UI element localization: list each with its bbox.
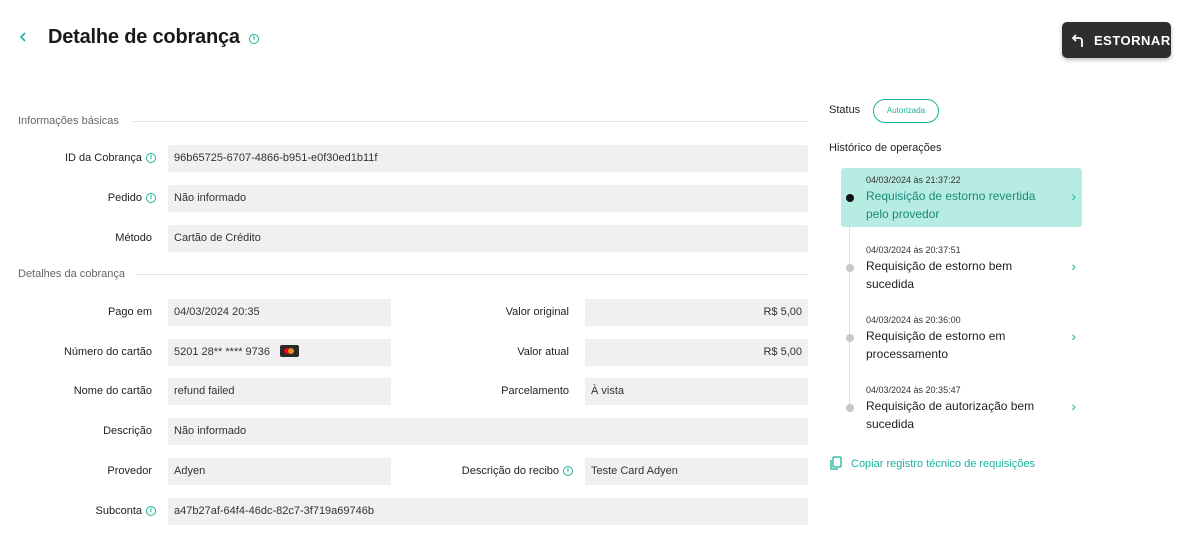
- subaccount-label-text: Subconta: [95, 505, 142, 517]
- section-title-basic: Informações básicas: [18, 115, 119, 127]
- chevron-right-icon: ›: [1071, 398, 1076, 414]
- history-title: Histórico de operações: [829, 142, 942, 154]
- history-item-timestamp: 04/03/2024 às 21:37:22: [866, 175, 961, 185]
- charge-id-label: ID da Cobrança i: [20, 152, 156, 164]
- timeline-dot: [846, 404, 854, 412]
- installments-label: Parcelamento: [501, 385, 569, 397]
- description-field[interactable]: Não informado: [168, 418, 808, 445]
- info-icon[interactable]: i: [146, 506, 156, 517]
- receipt-description-field[interactable]: Teste Card Adyen: [585, 458, 808, 485]
- paid-at-label: Pago em: [107, 306, 152, 318]
- card-name-label: Nome do cartão: [73, 385, 152, 397]
- info-icon[interactable]: i: [146, 193, 156, 204]
- chevron-right-icon: ›: [1071, 258, 1076, 274]
- section-title-details: Detalhes da cobrança: [18, 268, 126, 280]
- paid-at-field[interactable]: 04/03/2024 20:35: [168, 299, 391, 326]
- order-field[interactable]: Não informado: [168, 185, 808, 212]
- order-label-text: Pedido: [107, 192, 142, 204]
- page-title: Detalhe de cobrança: [48, 26, 240, 48]
- card-name-field[interactable]: refund failed: [168, 378, 391, 405]
- timeline-dot: [846, 194, 854, 202]
- original-value-label: Valor original: [505, 306, 569, 318]
- history-item-text: Requisição de autorização bem sucedida: [866, 399, 1035, 431]
- receipt-description-label: Descrição do recibo i: [400, 465, 573, 477]
- history-item-timestamp: 04/03/2024 às 20:36:00: [866, 315, 961, 325]
- page-header: Detalhe de cobrança i ESTORNAR: [0, 0, 1185, 80]
- history-item[interactable]: 04/03/2024 às 20:35:47 Requisição de aut…: [841, 378, 1082, 437]
- info-icon[interactable]: i: [563, 466, 573, 477]
- timeline-dot: [846, 334, 854, 342]
- history-item-timestamp: 04/03/2024 às 20:37:51: [866, 245, 961, 255]
- card-number-value: 5201 28** **** 9736: [174, 346, 271, 358]
- receipt-description-label-text: Descrição do recibo: [461, 465, 559, 477]
- card-number-label: Número do cartão: [63, 346, 152, 358]
- subaccount-field[interactable]: a47b27af-64f4-46dc-82c7-3f719a69746b: [168, 498, 808, 525]
- charge-id-field[interactable]: 96b65725-6707-4866-b951-e0f30ed1b11f: [168, 145, 808, 172]
- copy-request-log-label: Copiar registro técnico de requisições: [851, 457, 1036, 470]
- description-label: Descrição: [103, 425, 152, 437]
- history-item-text: Requisição de estorno bem sucedida: [866, 259, 1013, 291]
- subaccount-label: Subconta i: [20, 505, 156, 517]
- installments-field[interactable]: À vista: [585, 378, 808, 405]
- current-value-label: Valor atual: [517, 346, 569, 358]
- info-icon[interactable]: i: [146, 153, 156, 164]
- history-item[interactable]: 04/03/2024 às 21:37:22 Requisição de est…: [841, 168, 1082, 227]
- copy-request-log-link[interactable]: Copiar registro técnico de requisições: [829, 456, 1035, 471]
- mastercard-icon: [280, 345, 300, 358]
- history-item[interactable]: 04/03/2024 às 20:37:51 Requisição de est…: [841, 238, 1082, 297]
- section-divider: [132, 121, 808, 122]
- original-value-field[interactable]: R$ 5,00: [585, 299, 808, 326]
- chevron-left-icon[interactable]: [18, 30, 34, 50]
- history-item-text: Requisição de estorno em processamento: [866, 329, 1006, 361]
- provider-field[interactable]: Adyen: [168, 458, 391, 485]
- order-label: Pedido i: [20, 192, 156, 204]
- section-divider: [136, 274, 808, 275]
- history-item-text: Requisição de estorno revertida pelo pro…: [866, 189, 1036, 221]
- provider-label: Provedor: [107, 465, 152, 477]
- status-badge: Autorizada: [873, 99, 939, 123]
- info-icon[interactable]: i: [249, 34, 259, 44]
- timeline-dot: [846, 264, 854, 272]
- card-number-field[interactable]: 5201 28** **** 9736: [168, 339, 391, 366]
- timeline-line: [849, 198, 850, 408]
- method-field[interactable]: Cartão de Crédito: [168, 225, 808, 252]
- copy-icon: [830, 456, 842, 470]
- current-value-field[interactable]: R$ 5,00: [585, 339, 808, 366]
- history-item[interactable]: 04/03/2024 às 20:36:00 Requisição de est…: [841, 308, 1082, 367]
- undo-arrow-icon: [1072, 34, 1083, 47]
- history-item-timestamp: 04/03/2024 às 20:35:47: [866, 385, 961, 395]
- charge-id-label-text: ID da Cobrança: [64, 152, 142, 164]
- refund-button-label: ESTORNAR: [1094, 32, 1171, 48]
- method-label: Método: [115, 232, 152, 244]
- refund-button[interactable]: ESTORNAR: [1062, 22, 1171, 58]
- chevron-right-icon: ›: [1071, 188, 1076, 204]
- chevron-right-icon: ›: [1071, 328, 1076, 344]
- status-label: Status: [829, 104, 861, 116]
